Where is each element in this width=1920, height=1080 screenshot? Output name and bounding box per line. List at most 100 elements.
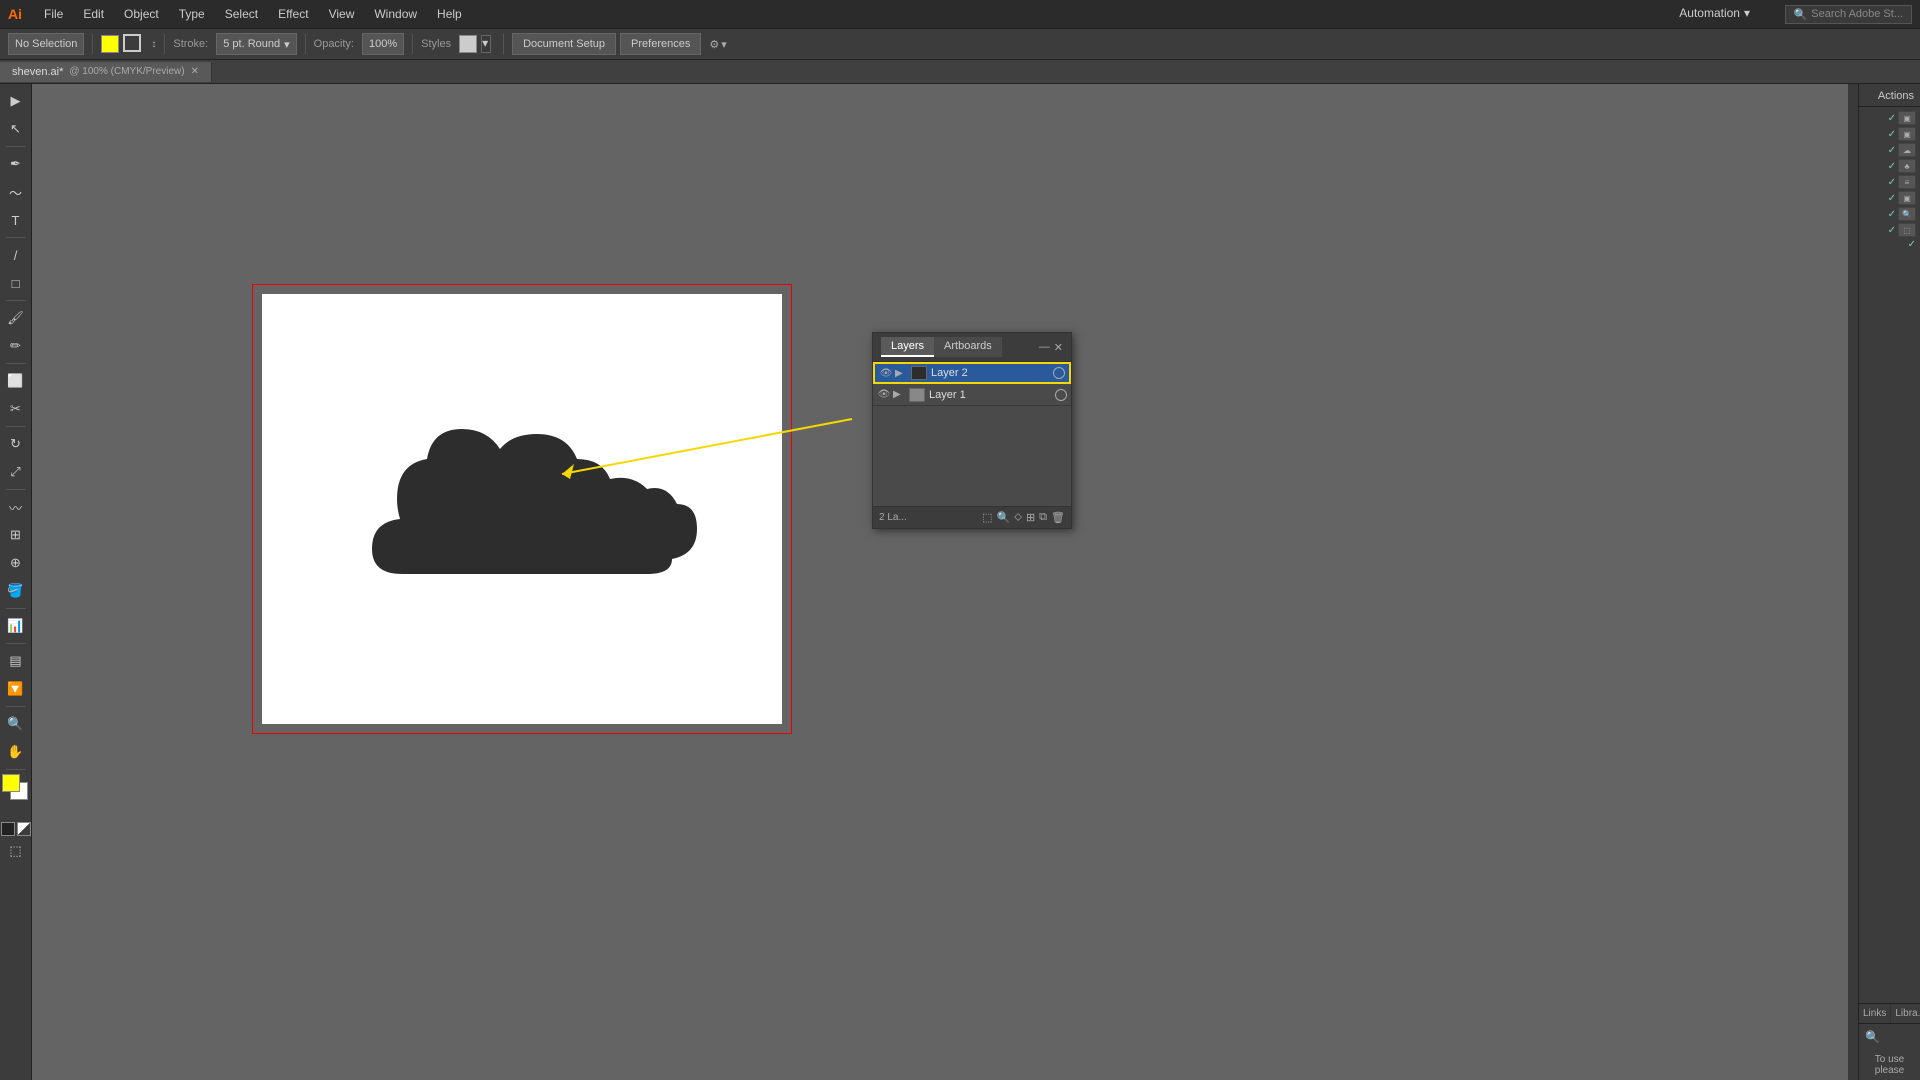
stroke-mode-btn[interactable] <box>17 822 31 836</box>
eyedropper-tool[interactable]: 🔽 <box>3 676 29 702</box>
direct-selection-tool[interactable]: ↖ <box>3 116 29 142</box>
canvas-area[interactable]: Layers Artboards — ✕ 👁 ▶ Layer 2 <box>32 84 1858 1080</box>
menu-type[interactable]: Type <box>169 3 215 25</box>
action-check-icon: ✓ <box>1888 209 1896 220</box>
arrange-dropdown[interactable]: ▾ <box>721 38 727 51</box>
eraser-tool[interactable]: ⬜ <box>3 368 29 394</box>
action-row-5: ✓ ≡ <box>1863 175 1916 189</box>
menu-bar: Ai File Edit Object Type Select Effect V… <box>0 0 1920 28</box>
stroke-icon: ↕ <box>151 39 156 50</box>
artboards-tab[interactable]: Artboards <box>934 337 1002 357</box>
artboard-tool[interactable]: ⬚ <box>3 838 29 864</box>
menu-effect[interactable]: Effect <box>268 3 318 25</box>
toolbar-strip: No Selection ↕ Stroke: 5 pt. Round ▾ Opa… <box>0 28 1920 60</box>
scissors-tool[interactable]: ✂ <box>3 396 29 422</box>
action-check-icon: ✓ <box>1888 145 1896 156</box>
action-row-8: ✓ ⬚ <box>1863 223 1916 237</box>
menu-view[interactable]: View <box>319 3 365 25</box>
fill-mode-btn[interactable] <box>1 822 15 836</box>
paintbrush-tool[interactable]: 🖌 <box>3 305 29 331</box>
color-swatch-area[interactable] <box>2 774 30 802</box>
stroke-dropdown[interactable]: 5 pt. Round ▾ <box>216 33 296 55</box>
make-sublayer-button[interactable]: ⬚ <box>982 511 992 524</box>
preferences-button[interactable]: Preferences <box>620 33 701 55</box>
search-icon[interactable]: 🔍 <box>1865 1030 1880 1044</box>
gradient-tool[interactable]: ▤ <box>3 648 29 674</box>
no-selection-label: No Selection <box>8 33 84 55</box>
foreground-swatch[interactable] <box>2 774 20 792</box>
styles-swatch[interactable] <box>459 35 477 53</box>
layer-row-layer2[interactable]: 👁 ▶ Layer 2 <box>873 362 1071 384</box>
action-icon-7[interactable]: 🔍 <box>1898 207 1916 221</box>
layer-target-circle[interactable] <box>1053 367 1065 379</box>
column-graph-tool[interactable]: 📊 <box>3 613 29 639</box>
type-tool[interactable]: T <box>3 207 29 233</box>
opacity-value[interactable]: 100% <box>362 33 404 55</box>
layer-visibility-icon[interactable]: 👁 <box>879 368 893 379</box>
move-to-new-layer-button[interactable]: ⬦ <box>1014 511 1022 524</box>
layer-visibility-icon[interactable]: 👁 <box>877 389 891 400</box>
warp-tool[interactable]: 〰 <box>3 494 29 520</box>
layer-target-circle[interactable] <box>1055 389 1067 401</box>
rotate-tool[interactable]: ↻ <box>3 431 29 457</box>
layer-name[interactable]: Layer 1 <box>929 389 1053 401</box>
menu-window[interactable]: Window <box>364 3 427 25</box>
stroke-color-swatch[interactable] <box>123 34 141 52</box>
arrange-icon[interactable]: ⚙ <box>709 38 719 51</box>
panel-controls: — ✕ <box>1039 341 1063 354</box>
menu-object[interactable]: Object <box>114 3 169 25</box>
action-icon-5[interactable]: ≡ <box>1898 175 1916 189</box>
duplicate-layer-button[interactable]: ⧉ <box>1039 511 1047 524</box>
action-icon-3[interactable]: ☁ <box>1898 143 1916 157</box>
search-input[interactable]: Search Adobe St... <box>1811 8 1903 20</box>
document-setup-button[interactable]: Document Setup <box>512 33 616 55</box>
action-icon-2[interactable]: ▣ <box>1898 127 1916 141</box>
new-layer-button[interactable]: 🔍 <box>997 511 1011 524</box>
document-tab[interactable]: sheven.ai* @ 100% (CMYK/Preview) ✕ <box>0 62 212 82</box>
automation-workspace[interactable]: Automation ▾ <box>1669 0 1760 26</box>
libraries-tab[interactable]: Libra... <box>1891 1004 1920 1023</box>
doc-tab-bar: sheven.ai* @ 100% (CMYK/Preview) ✕ <box>0 60 1920 84</box>
styles-dropdown-arrow[interactable]: ▾ <box>481 35 491 53</box>
action-check-icon: ✓ <box>1888 129 1896 140</box>
rect-tool[interactable]: □ <box>3 270 29 296</box>
canvas-scrollbar[interactable] <box>1848 84 1858 1080</box>
scale-tool[interactable]: ⤢ <box>3 459 29 485</box>
close-tab-button[interactable]: ✕ <box>191 66 199 77</box>
action-icon-6[interactable]: ▣ <box>1898 191 1916 205</box>
shape-builder-tool[interactable]: ⊕ <box>3 550 29 576</box>
panel-minimize-button[interactable]: — <box>1039 341 1050 354</box>
free-transform-tool[interactable]: ⊞ <box>3 522 29 548</box>
menu-select[interactable]: Select <box>215 3 268 25</box>
links-tab[interactable]: Links <box>1859 1004 1891 1023</box>
doc-tab-name: sheven.ai* <box>12 66 63 78</box>
layer-row-layer1[interactable]: 👁 ▶ Layer 1 <box>873 384 1071 406</box>
fill-color-swatch[interactable] <box>101 35 119 53</box>
layers-tab[interactable]: Layers <box>881 337 934 357</box>
layer-expand-icon[interactable]: ▶ <box>893 389 905 400</box>
menu-help[interactable]: Help <box>427 3 472 25</box>
delete-layer-button[interactable]: 🗑 <box>1051 511 1065 524</box>
zoom-tool[interactable]: 🔍 <box>3 711 29 737</box>
right-panel: Actions ✓ ▣ ✓ ▣ ✓ ☁ ✓ ♣ ✓ ≡ <box>1858 84 1920 1080</box>
action-icon-1[interactable]: ▣ <box>1898 111 1916 125</box>
menu-file[interactable]: File <box>34 3 73 25</box>
action-icon-4[interactable]: ♣ <box>1898 159 1916 173</box>
main-area: ▶ ↖ ✒ 〜 T / □ 🖌 ✏ ⬜ ✂ ↻ ⤢ 〰 ⊞ ⊕ 🪣 📊 ▤ 🔽 … <box>0 84 1920 1080</box>
selection-tool[interactable]: ▶ <box>3 88 29 114</box>
layer-expand-icon[interactable]: ▶ <box>895 368 907 379</box>
curvature-tool[interactable]: 〜 <box>3 179 29 205</box>
line-tool[interactable]: / <box>3 242 29 268</box>
layer-name[interactable]: Layer 2 <box>931 367 1051 379</box>
cloud-shape[interactable] <box>342 404 702 627</box>
merge-layers-button[interactable]: ⊞ <box>1026 511 1035 524</box>
pencil-tool[interactable]: ✏ <box>3 333 29 359</box>
panel-close-button[interactable]: ✕ <box>1054 341 1063 354</box>
menu-edit[interactable]: Edit <box>73 3 114 25</box>
hand-tool[interactable]: ✋ <box>3 739 29 765</box>
layers-count: 2 La... <box>879 512 907 523</box>
action-icon-8[interactable]: ⬚ <box>1898 223 1916 237</box>
pen-tool[interactable]: ✒ <box>3 151 29 177</box>
doc-tab-info: @ 100% (CMYK/Preview) <box>69 66 184 77</box>
live-paint-tool[interactable]: 🪣 <box>3 578 29 604</box>
